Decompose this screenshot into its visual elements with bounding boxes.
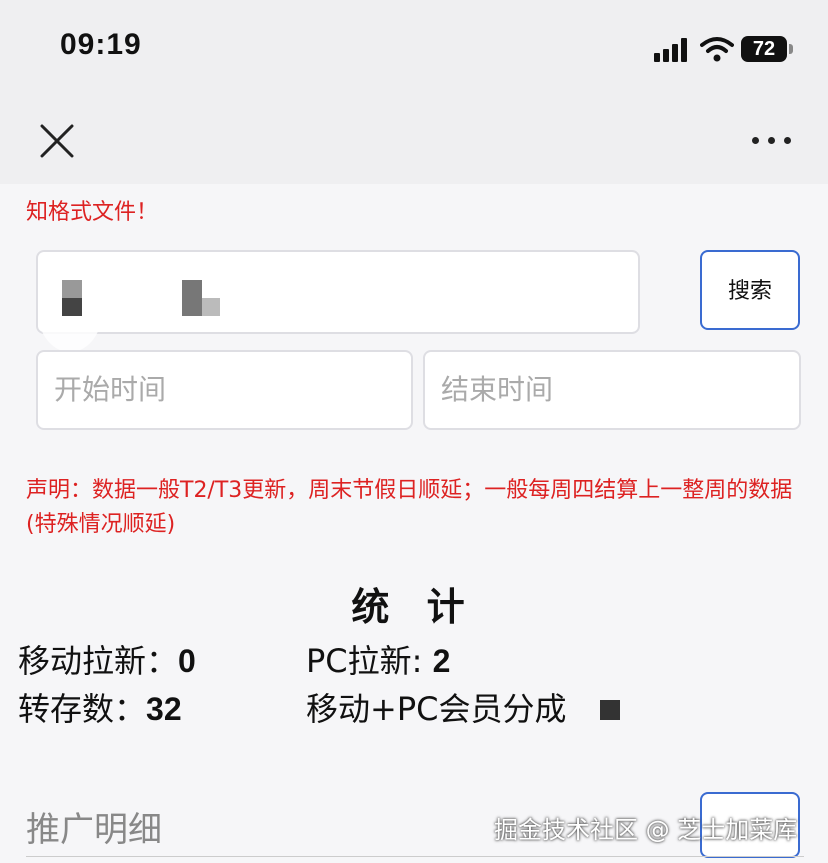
search-input[interactable] bbox=[36, 250, 640, 352]
stat-saves: 转存数：32 bbox=[18, 684, 182, 730]
redacted-value bbox=[600, 700, 620, 720]
stat-label: PC拉新: bbox=[306, 642, 433, 680]
stat-mobile-new: 移动拉新：0 bbox=[18, 636, 196, 682]
blurred-text bbox=[62, 280, 82, 298]
stat-value: 32 bbox=[146, 691, 182, 727]
stat-pc-new: PC拉新: 2 bbox=[306, 636, 450, 682]
battery-tip bbox=[789, 44, 793, 54]
stats-title: 统 计 bbox=[351, 585, 477, 629]
stat-member-share: 移动+PC会员分成 bbox=[306, 684, 566, 730]
stat-value: 2 bbox=[432, 643, 451, 679]
end-date-input[interactable]: 结束时间 bbox=[423, 350, 801, 430]
stat-label: 转存数： bbox=[18, 690, 147, 728]
watermark: 掘金技术社区 @ 芝士加菜库 bbox=[494, 816, 798, 844]
close-icon[interactable] bbox=[36, 120, 78, 162]
detail-title: 推广明细 bbox=[26, 810, 162, 850]
stat-label: 移动拉新： bbox=[18, 642, 179, 680]
main-content: 知格式文件！ 搜索 开始时间 结束时间 声明：数据一般T2/T3更新，周末节假日… bbox=[0, 184, 828, 862]
battery-icon: 72 bbox=[741, 36, 787, 62]
status-bar: 09:19 72 bbox=[0, 0, 828, 100]
wifi-icon bbox=[700, 37, 734, 62]
nav-bar bbox=[0, 100, 828, 184]
search-button[interactable]: 搜索 bbox=[700, 250, 800, 330]
status-time: 09:19 bbox=[60, 28, 142, 61]
more-icon[interactable] bbox=[748, 128, 796, 152]
stat-value: 0 bbox=[178, 643, 196, 679]
blurred-text bbox=[62, 298, 82, 316]
blurred-text bbox=[202, 298, 220, 316]
blurred-text bbox=[182, 280, 202, 316]
notice-text: 声明：数据一般T2/T3更新，周末节假日顺延；一般每周四结算上一整周的数据(特殊… bbox=[26, 478, 793, 537]
stat-label: 移动+PC会员分成 bbox=[306, 690, 567, 728]
signal-icon bbox=[654, 38, 690, 62]
start-date-input[interactable]: 开始时间 bbox=[36, 350, 413, 430]
format-warning: 知格式文件！ bbox=[26, 200, 159, 225]
